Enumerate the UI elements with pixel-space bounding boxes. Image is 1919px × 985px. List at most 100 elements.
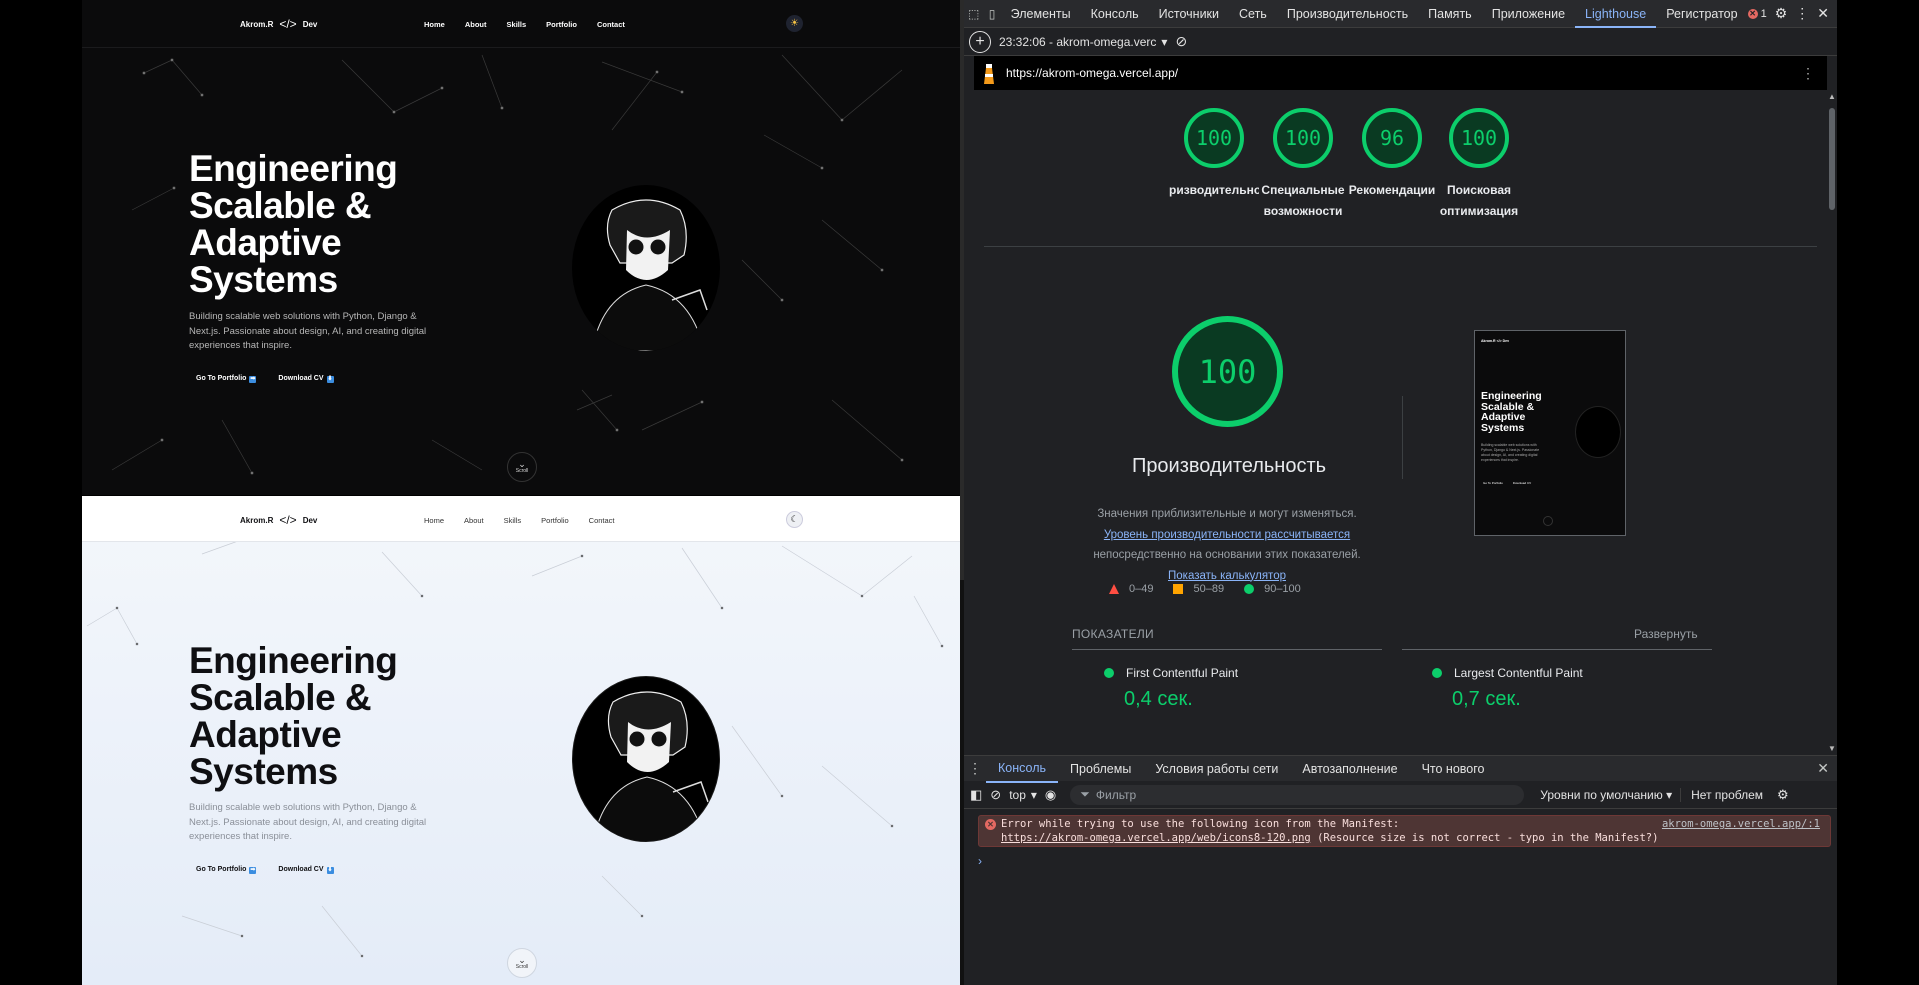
- scroll-label: Scroll: [515, 468, 529, 474]
- gauge-label: Поисковая оптимизация: [1439, 183, 1519, 218]
- scrollbar-thumb[interactable]: [1829, 108, 1835, 210]
- more-vert-icon[interactable]: ⋮: [1801, 65, 1815, 82]
- performance-description: Значения приблизительные и могут изменят…: [1082, 504, 1372, 586]
- gauge-value: 100: [1273, 108, 1333, 168]
- nav-contact[interactable]: Contact: [597, 20, 625, 29]
- report-scrollbar[interactable]: ▲ ▼: [1827, 90, 1837, 755]
- close-icon[interactable]: ✕: [1817, 760, 1829, 777]
- nav-about[interactable]: About: [464, 516, 484, 525]
- gauge-value: 100: [1184, 108, 1244, 168]
- go-to-portfolio-button[interactable]: Go To Portfolio ➡: [196, 866, 257, 874]
- site-logo[interactable]: Akrom.R </> Dev: [240, 17, 317, 31]
- hero-line: Systems: [189, 259, 338, 300]
- score-calculation-link[interactable]: Уровень производительности рассчитываетс…: [1104, 529, 1350, 541]
- scroll-indicator[interactable]: ⌄ Scroll: [507, 948, 537, 978]
- error-text: (Resource size is not correct - typo in …: [1310, 832, 1659, 844]
- context-selector[interactable]: top ▾: [1009, 788, 1037, 802]
- gear-icon[interactable]: ⚙: [1775, 5, 1788, 22]
- gauge-value: 100: [1449, 108, 1509, 168]
- console-error-message: ✕ Error while trying to use the followin…: [978, 815, 1831, 847]
- console-filter-input[interactable]: ⏷ Фильтр: [1070, 784, 1525, 805]
- report-url-bar: https://akrom-omega.vercel.app/ ⋮: [974, 56, 1827, 90]
- more-vert-icon[interactable]: ⋮: [1795, 5, 1809, 22]
- drawer-tab-autofill[interactable]: Автозаполнение: [1290, 756, 1409, 782]
- nav-skills[interactable]: Skills: [504, 516, 522, 525]
- score-gauge-best-practices[interactable]: 96 Рекомендации: [1347, 108, 1437, 201]
- error-counter[interactable]: ✕ 1: [1747, 8, 1767, 20]
- download-cv-button[interactable]: Download CV ⬇: [278, 866, 334, 874]
- download-cv-button[interactable]: Download CV ⬇: [278, 375, 334, 383]
- device-toggle-icon[interactable]: ▯: [987, 5, 996, 23]
- tab-recorder[interactable]: Регистратор: [1656, 0, 1747, 28]
- report-selector[interactable]: 23:32:06 - akrom-omega.verc ▾: [999, 35, 1167, 49]
- avatar-illustration: [591, 199, 708, 351]
- nav-about[interactable]: About: [465, 20, 487, 29]
- eye-icon[interactable]: ◉: [1045, 787, 1056, 803]
- nav-home[interactable]: Home: [424, 20, 445, 29]
- divider: [1402, 396, 1403, 479]
- show-calculator-link[interactable]: Показать калькулятор: [1168, 570, 1286, 582]
- hero-description: Building scalable web solutions with Pyt…: [189, 802, 427, 842]
- tab-memory[interactable]: Память: [1418, 0, 1482, 28]
- hero-buttons: Go To Portfolio ➡ Download CV ⬇: [196, 375, 334, 383]
- clear-icon[interactable]: ⊘: [1175, 33, 1187, 50]
- arrow-icon: ➡: [249, 867, 257, 874]
- close-icon[interactable]: ✕: [1817, 5, 1829, 22]
- tab-application[interactable]: Приложение: [1482, 0, 1575, 28]
- expand-metrics-toggle[interactable]: Развернуть: [1634, 627, 1698, 641]
- nav-skills[interactable]: Skills: [507, 20, 527, 29]
- drawer-tab-console[interactable]: Консоль: [986, 755, 1059, 783]
- go-to-portfolio-button[interactable]: Go To Portfolio ➡: [196, 375, 257, 383]
- devtools-tabbar: ⬚ ▯ Элементы Консоль Источники Сеть Прои…: [964, 0, 1837, 28]
- clear-console-icon[interactable]: ⊘: [990, 787, 1001, 803]
- error-source-link[interactable]: akrom-omega.vercel.app/:1: [1662, 818, 1820, 830]
- nav-portfolio[interactable]: Portfolio: [541, 516, 569, 525]
- score-gauge-seo[interactable]: 100 Поисковая оптимизация: [1434, 108, 1524, 222]
- chevron-down-icon: ⌄: [518, 955, 526, 965]
- issues-counter[interactable]: Нет проблем: [1680, 787, 1763, 802]
- score-gauge-performance[interactable]: 100 ризводительно: [1169, 108, 1259, 201]
- drawer-tab-issues[interactable]: Проблемы: [1058, 756, 1143, 782]
- more-vert-icon[interactable]: ⋮: [964, 760, 986, 777]
- lighthouse-toolbar: + 23:32:06 - akrom-omega.verc ▾ ⊘: [964, 28, 1837, 56]
- sidebar-toggle-icon[interactable]: ◧: [970, 787, 982, 803]
- report-url[interactable]: https://akrom-omega.vercel.app/: [1006, 66, 1178, 80]
- score-gauge-accessibility[interactable]: 100 Специальные возможности: [1258, 108, 1348, 222]
- drawer-tab-network-conditions[interactable]: Условия работы сети: [1143, 756, 1290, 782]
- nav-portfolio[interactable]: Portfolio: [546, 20, 577, 29]
- screen: Akrom.R </> Dev Home About Skills Portfo…: [0, 0, 1919, 985]
- sun-icon[interactable]: ☀: [786, 15, 803, 32]
- inspect-element-icon[interactable]: ⬚: [968, 5, 979, 23]
- desc-text: Значения приблизительные и могут изменят…: [1097, 508, 1357, 520]
- nav-home[interactable]: Home: [424, 516, 444, 525]
- scroll-label: Scroll: [515, 964, 529, 970]
- tabbar-actions: ✕ 1 ⚙ ⋮ ✕: [1747, 5, 1837, 22]
- final-screenshot-thumbnail[interactable]: Akrom.R </> Dev Engineering Scalable & Ada…: [1474, 330, 1626, 536]
- tab-lighthouse[interactable]: Lighthouse: [1575, 0, 1657, 28]
- scroll-down-icon[interactable]: ▼: [1828, 744, 1836, 753]
- tab-elements[interactable]: Элементы: [1001, 0, 1081, 28]
- tab-network[interactable]: Сеть: [1229, 0, 1277, 28]
- metric-value: 0,7 сек.: [1452, 688, 1521, 710]
- manifest-icon-link[interactable]: https://akrom-omega.vercel.app/web/icons…: [1001, 832, 1311, 844]
- log-levels-dropdown[interactable]: Уровни по умолчанию ▾: [1540, 788, 1672, 802]
- logo-name: Akrom.R: [240, 19, 274, 29]
- gauge-value: 96: [1362, 108, 1422, 168]
- tab-performance[interactable]: Производительность: [1277, 0, 1418, 28]
- scroll-up-icon[interactable]: ▲: [1828, 92, 1836, 101]
- divider: [984, 246, 1817, 247]
- arrow-icon: ➡: [249, 376, 257, 383]
- metric-fcp: First Contentful Paint 0,4 сек.: [1104, 666, 1238, 711]
- nav-contact[interactable]: Contact: [589, 516, 615, 525]
- drawer-tab-whats-new[interactable]: Что нового: [1410, 756, 1497, 782]
- scroll-indicator[interactable]: ⌄ Scroll: [507, 452, 537, 482]
- tab-console[interactable]: Консоль: [1081, 0, 1149, 28]
- legend-label: 0–49: [1129, 583, 1154, 595]
- hero-line: Adaptive: [189, 714, 342, 755]
- console-prompt[interactable]: ›: [978, 854, 982, 868]
- gear-icon[interactable]: ⚙: [1777, 787, 1789, 803]
- moon-icon[interactable]: ☾: [786, 511, 803, 528]
- tab-sources[interactable]: Источники: [1149, 0, 1229, 28]
- new-report-button[interactable]: +: [969, 30, 991, 53]
- site-logo[interactable]: Akrom.R </> Dev: [240, 513, 317, 527]
